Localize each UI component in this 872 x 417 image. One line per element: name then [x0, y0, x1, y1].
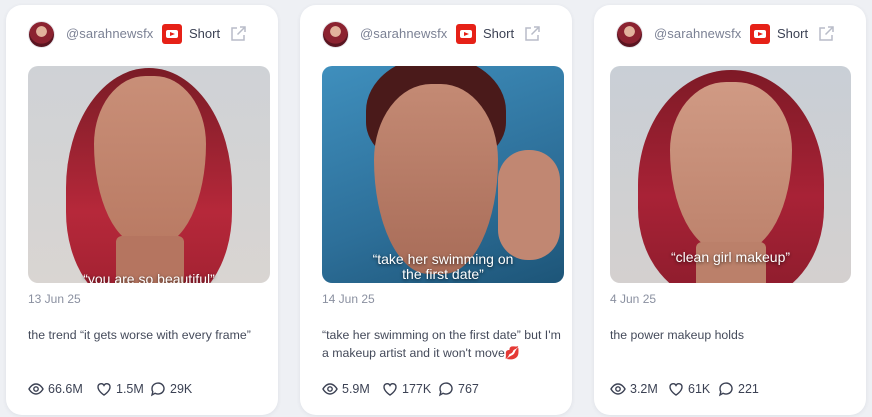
external-link-icon[interactable] — [817, 25, 835, 43]
card-header: @sarahnewsfx Short — [300, 19, 572, 53]
external-link-icon[interactable] — [229, 25, 247, 43]
thumbnail-caption: “you are so beautiful” — [83, 271, 215, 284]
avatar[interactable] — [322, 21, 349, 48]
post-date: 14 Jun 25 — [322, 292, 375, 306]
card-header: @sarahnewsfx Short — [6, 19, 278, 53]
views-count: 5.9M — [342, 382, 370, 396]
comments-count: 221 — [738, 382, 759, 396]
post-card[interactable]: @sarahnewsfx Short “clean girl makeup” 4… — [594, 5, 866, 415]
author-handle[interactable]: @sarahnewsfx — [654, 26, 741, 41]
post-type-label: Short — [189, 26, 221, 41]
post-date: 13 Jun 25 — [28, 292, 81, 306]
external-link-icon[interactable] — [523, 25, 541, 43]
post-card[interactable]: @sarahnewsfx Short “take her swimming on… — [300, 5, 572, 415]
video-thumbnail[interactable]: “you are so beautiful” — [28, 66, 270, 283]
avatar[interactable] — [28, 21, 55, 48]
thumbnail-caption: “take her swimming on the first date” — [372, 251, 514, 282]
video-thumbnail[interactable]: “take her swimming on the first date” — [322, 66, 564, 283]
views-count: 3.2M — [630, 382, 658, 396]
likes-count: 61K — [688, 382, 711, 396]
thumbnail-caption: “clean girl makeup” — [670, 249, 791, 265]
video-thumbnail[interactable]: “clean girl makeup” — [610, 66, 851, 283]
likes-count: 177K — [402, 382, 432, 396]
comment-icon — [718, 382, 733, 397]
thumbnail-face — [94, 76, 206, 246]
thumbnail-hand — [498, 150, 560, 260]
thumbnail-face — [670, 82, 792, 252]
thumbnail-face — [374, 84, 498, 274]
post-type-label: Short — [483, 26, 515, 41]
author-handle[interactable]: @sarahnewsfx — [66, 26, 153, 41]
heart-icon — [383, 383, 397, 396]
likes-count: 1.5M — [116, 382, 144, 396]
heart-icon — [97, 383, 111, 396]
author-handle[interactable]: @sarahnewsfx — [360, 26, 447, 41]
eye-icon — [28, 383, 44, 395]
youtube-icon — [456, 24, 476, 44]
post-card[interactable]: @sarahnewsfx Short “you are so beautiful… — [6, 5, 278, 415]
post-type-label: Short — [777, 26, 809, 41]
comment-icon — [438, 382, 453, 397]
comment-icon — [150, 382, 165, 397]
youtube-icon — [750, 24, 770, 44]
post-description: the trend “it gets worse with every fram… — [28, 328, 251, 342]
eye-icon — [610, 383, 626, 395]
eye-icon — [322, 383, 338, 395]
views-count: 66.6M — [48, 382, 83, 396]
heart-icon — [669, 383, 683, 396]
comments-count: 29K — [170, 382, 193, 396]
comments-count: 767 — [458, 382, 479, 396]
post-description: “take her swimming on the first date” bu… — [322, 328, 561, 360]
avatar[interactable] — [616, 21, 643, 48]
post-description: the power makeup holds — [610, 328, 744, 342]
post-date: 4 Jun 25 — [610, 292, 657, 306]
youtube-icon — [162, 24, 182, 44]
card-header: @sarahnewsfx Short — [594, 19, 866, 53]
